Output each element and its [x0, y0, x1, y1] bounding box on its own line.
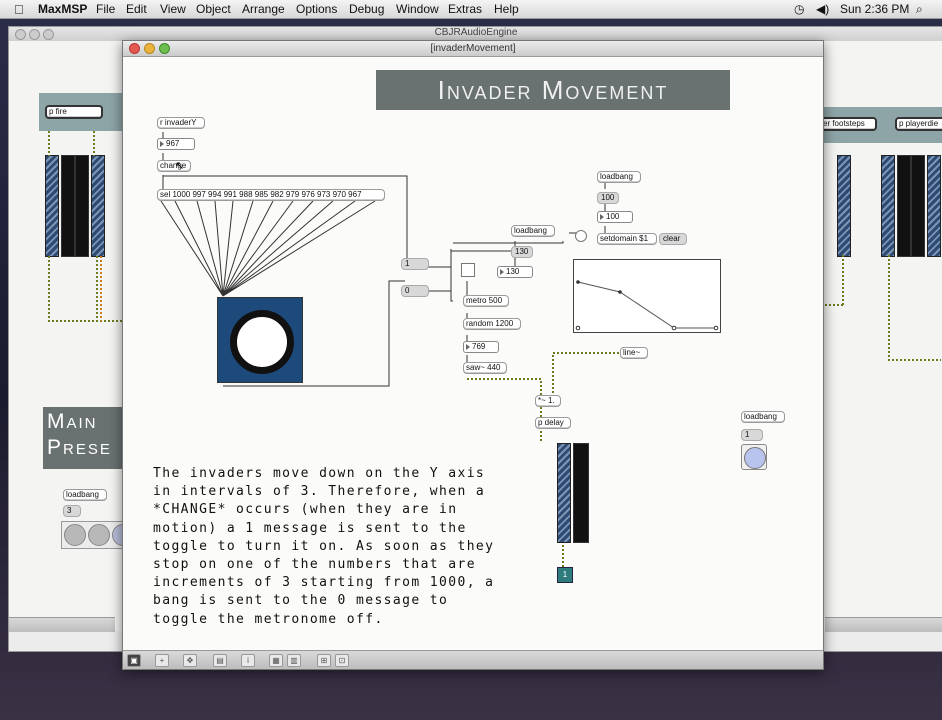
right-slider-2[interactable] — [881, 155, 895, 257]
random-object[interactable]: random 1200 — [463, 318, 521, 330]
msg-100[interactable]: 100 — [597, 192, 619, 204]
right-patchcords — [823, 255, 941, 361]
snap-icon[interactable]: ⊞ — [317, 654, 331, 667]
metro-toggle[interactable] — [461, 263, 475, 277]
invader-movement-heading: Invader Movement — [376, 70, 730, 110]
loadbang-130[interactable]: loadbang — [511, 225, 555, 237]
front-statusbar: ▣ + ✥ ▤ i ▦ ▥ ⊞ ⊡ — [123, 650, 823, 669]
spotlight-icon[interactable]: ⌕ — [916, 2, 923, 17]
menubar-clock[interactable]: Sun 2:36 PM — [840, 2, 909, 16]
envelope-curve — [575, 280, 719, 331]
menu-bar:  MaxMSP File Edit View Object Arrange O… — [0, 0, 942, 19]
number-box-967[interactable]: 967 — [157, 138, 195, 150]
menu-edit[interactable]: Edit — [126, 2, 147, 16]
menu-options[interactable]: Options — [296, 2, 337, 16]
close-icon[interactable] — [15, 29, 26, 40]
clear-message[interactable]: clear — [659, 233, 687, 245]
button-object[interactable] — [741, 444, 767, 470]
function-graph[interactable] — [573, 259, 721, 333]
loadbang-1[interactable]: loadbang — [741, 411, 785, 423]
back-statusbar-right — [825, 617, 942, 632]
loadbang-100[interactable]: loadbang — [597, 171, 641, 183]
line-object[interactable]: line~ — [620, 347, 648, 359]
msg-130[interactable]: 130 — [511, 246, 533, 258]
dac-object[interactable]: 1 — [557, 567, 573, 583]
explanation-comment: The invaders move down on the Y axis in … — [153, 466, 495, 627]
msg-1[interactable]: 1 — [401, 258, 429, 270]
metro-object[interactable]: metro 500 — [463, 295, 509, 307]
multiply-object[interactable]: *~ 1. — [535, 395, 561, 407]
right-slider-5[interactable] — [927, 155, 941, 257]
r-invadery-object[interactable]: r invaderY — [157, 117, 205, 129]
back-window-titlebar: CBJRAudioEngine — [9, 27, 942, 41]
new-object-icon[interactable]: + — [155, 654, 169, 667]
number-box-100[interactable]: 100 — [597, 211, 633, 223]
back-window-title: CBJRAudioEngine — [434, 27, 518, 38]
mouse-cursor-icon: ↖ — [175, 160, 185, 172]
setdomain-object[interactable]: setdomain $1 — [597, 233, 657, 245]
footsteps-object[interactable]: er footsteps — [819, 117, 877, 131]
app-menu[interactable]: MaxMSP — [38, 2, 87, 16]
minimize-icon[interactable] — [29, 29, 40, 40]
apple-menu-icon[interactable]:  — [14, 2, 24, 17]
number-box-130[interactable]: 130 — [497, 266, 533, 278]
info-icon[interactable]: i — [241, 654, 255, 667]
loadbang-back[interactable]: loadbang — [63, 489, 107, 501]
menu-file[interactable]: File — [96, 2, 115, 16]
menu-debug[interactable]: Debug — [349, 2, 384, 16]
back-statusbar — [9, 617, 115, 632]
playerdie-object[interactable]: p playerdie — [895, 117, 942, 131]
right-slider-1[interactable] — [837, 155, 851, 257]
toggle-panel[interactable] — [217, 297, 303, 383]
p-delay-object[interactable]: p delay — [535, 417, 571, 429]
time-machine-icon[interactable]: ◷ — [794, 2, 804, 16]
debug-icon[interactable]: ⊡ — [335, 654, 349, 667]
gain-slider[interactable] — [557, 443, 571, 543]
menu-extras[interactable]: Extras — [448, 2, 482, 16]
move-icon[interactable]: ✥ — [183, 654, 197, 667]
p-fire-object[interactable]: p fire — [45, 105, 103, 119]
volume-icon[interactable]: ◀) — [816, 2, 829, 16]
grid-icon[interactable]: ▦ — [269, 654, 283, 667]
change-object[interactable]: change — [157, 160, 191, 172]
menu-help[interactable]: Help — [494, 2, 519, 16]
bang-button[interactable] — [575, 230, 587, 242]
msg-3-back[interactable]: 3 — [63, 505, 81, 517]
left-patchcords — [48, 131, 128, 322]
invader-movement-window: [invaderMovement] Invader Movement r inv… — [122, 40, 824, 670]
number-box-769[interactable]: 769 — [463, 341, 499, 353]
sel-object[interactable]: sel 1000 997 994 991 988 985 982 979 976… — [157, 189, 385, 201]
menu-arrange[interactable]: Arrange — [242, 2, 285, 16]
zoom-icon[interactable] — [43, 29, 54, 40]
right-slider-3[interactable] — [897, 155, 911, 257]
align-icon[interactable]: ▥ — [287, 654, 301, 667]
msg-0[interactable]: 0 — [401, 285, 429, 297]
button-circle — [744, 447, 766, 469]
menu-window[interactable]: Window — [396, 2, 439, 16]
lock-icon[interactable]: ▣ — [127, 654, 141, 667]
presentation-icon[interactable]: ▤ — [213, 654, 227, 667]
menu-object[interactable]: Object — [196, 2, 231, 16]
menu-view[interactable]: View — [160, 2, 186, 16]
gain-slider-2[interactable] — [573, 443, 589, 543]
msg-1b[interactable]: 1 — [741, 429, 763, 441]
saw-object[interactable]: saw~ 440 — [463, 362, 507, 374]
toggle-ring — [230, 310, 294, 374]
right-slider-4[interactable] — [911, 155, 925, 257]
